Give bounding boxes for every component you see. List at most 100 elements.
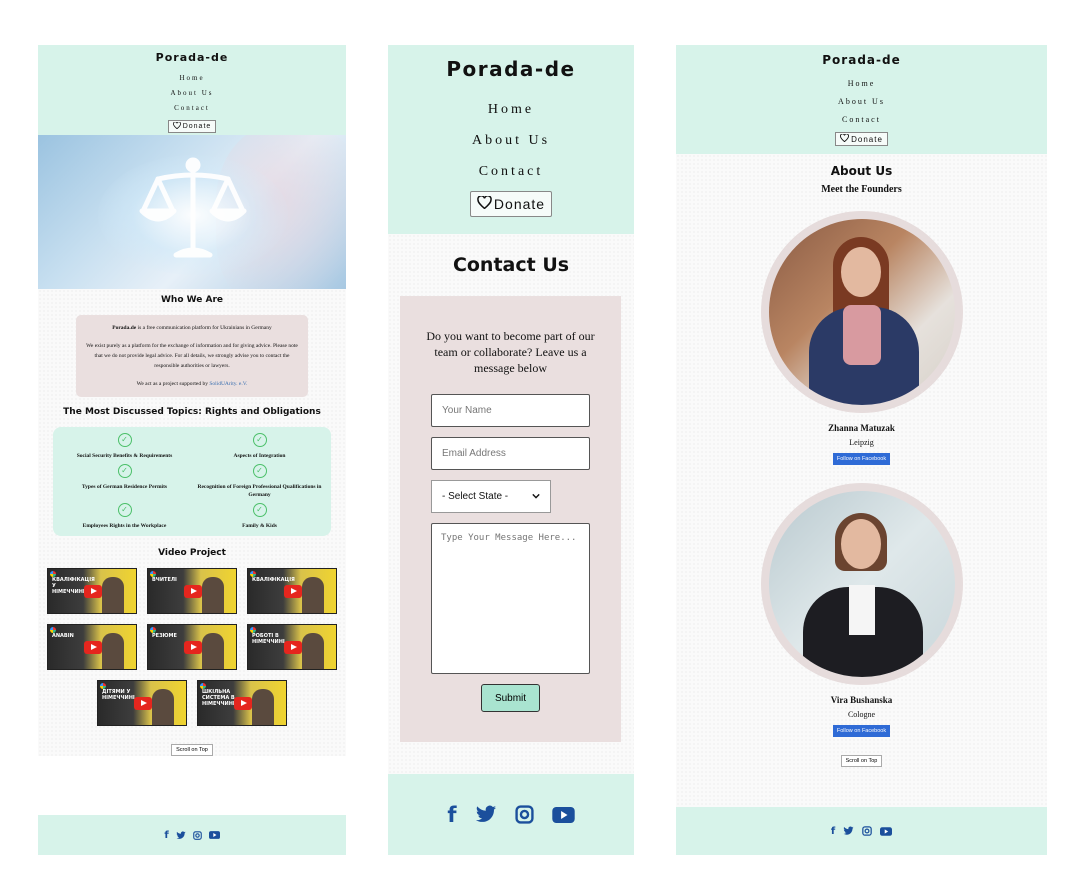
founder-photo-frame xyxy=(760,483,963,685)
facebook-icon[interactable]: f xyxy=(831,826,835,837)
video-thumbnail[interactable]: ШКІЛЬНА СИСТЕМА В НІМЕЧЧИНІ xyxy=(197,680,287,726)
youtube-icon[interactable] xyxy=(551,806,575,823)
topic-item[interactable]: ✓ Family & Kids xyxy=(192,503,327,530)
nav-home[interactable]: Home xyxy=(38,71,346,86)
donate-label: Donate xyxy=(182,123,212,130)
check-circle-icon: ✓ xyxy=(117,464,132,478)
donate-button[interactable]: Donate xyxy=(835,132,888,146)
topic-item[interactable]: ✓ Types of German Residence Permits xyxy=(57,464,192,499)
video-thumbnail[interactable]: РОБОТІ В НІМЕЧЧИНІ xyxy=(247,624,337,670)
donate-button[interactable]: Donate xyxy=(469,191,553,217)
founder-name: Vira Bushanska xyxy=(830,695,893,705)
main-nav: Home About Us Contact xyxy=(388,94,634,187)
site-brand[interactable]: Porada-de xyxy=(38,51,346,64)
who-p1-text: is a free communication platform for Ukr… xyxy=(136,325,272,331)
founder-card: Zhanna Matuzak Leipzig Follow on Faceboo… xyxy=(676,211,1047,465)
founder-city: Cologne xyxy=(847,710,876,719)
follow-facebook-button[interactable]: Follow on Facebook xyxy=(832,453,891,465)
who-we-are-title: Who We Are xyxy=(160,295,223,305)
topics-grid: ✓ Social Security Benefits & Requirements… xyxy=(53,427,331,536)
instagram-icon[interactable] xyxy=(862,826,872,836)
nav-home[interactable]: Home xyxy=(388,94,634,125)
site-footer: f xyxy=(676,807,1047,855)
video-thumbnail[interactable]: КВАЛІФІКАЦІЯ У НІМЕЧЧИНІ xyxy=(47,568,137,614)
main-nav: Home About Us Contact xyxy=(38,71,346,116)
twitter-icon[interactable] xyxy=(176,830,186,840)
facebook-icon[interactable]: f xyxy=(164,830,168,841)
instagram-icon[interactable] xyxy=(192,830,202,840)
video-thumbnail[interactable]: КВАЛІФІКАЦІЯ xyxy=(247,568,337,614)
topic-label: Recognition of Foreign Professional Qual… xyxy=(197,484,322,498)
video-caption: КВАЛІФІКАЦІЯ У НІМЕЧЧИНІ xyxy=(52,577,95,595)
topic-label: Aspects of Integration xyxy=(233,453,286,459)
youtube-icon[interactable] xyxy=(208,831,220,839)
video-project-title: Video Project xyxy=(158,548,226,558)
scales-of-justice-icon xyxy=(139,157,247,258)
scroll-to-top-button[interactable]: Scroll on Top xyxy=(171,744,213,756)
founder-card: Vira Bushanska Cologne Follow on Faceboo… xyxy=(676,483,1047,737)
state-select-value: - Select State - xyxy=(442,491,509,502)
video-caption: РЕЗЮМЕ xyxy=(152,633,177,639)
video-caption: ДІТЯМИ У НІМЕЧЧИНІ xyxy=(102,689,135,701)
scroll-to-top-button[interactable]: Scroll on Top xyxy=(840,755,883,767)
site-footer: f xyxy=(388,774,634,855)
site-brand[interactable]: Porada-de xyxy=(676,53,1047,67)
video-thumbnail[interactable]: ANABIN xyxy=(47,624,137,670)
nav-contact[interactable]: Contact xyxy=(388,156,634,187)
topic-item[interactable]: ✓ Recognition of Foreign Professional Qua… xyxy=(192,464,327,499)
nav-about[interactable]: About Us xyxy=(676,93,1047,111)
name-field[interactable] xyxy=(431,394,590,427)
topic-item[interactable]: ✓ Employees Rights in the Workplace xyxy=(57,503,192,530)
donate-button[interactable]: Donate xyxy=(167,120,217,133)
nav-about[interactable]: About Us xyxy=(38,86,346,101)
hero-image xyxy=(38,135,346,289)
who-p3-text: We act as a project supported by xyxy=(136,381,210,387)
follow-facebook-button[interactable]: Follow on Facebook xyxy=(832,725,891,737)
video-thumbnail[interactable]: РЕЗЮМЕ xyxy=(147,624,237,670)
who-we-are-card: Porada.de is a free communication platfo… xyxy=(76,315,308,397)
play-icon xyxy=(184,641,202,654)
topic-label: Family & Kids xyxy=(242,523,277,529)
site-header: Porada-de Home About Us Contact Donate xyxy=(676,45,1047,154)
nav-contact[interactable]: Contact xyxy=(38,101,346,116)
state-select[interactable]: - Select State - xyxy=(431,480,551,513)
email-field[interactable] xyxy=(431,437,590,470)
submit-button[interactable]: Submit xyxy=(481,684,540,712)
youtube-icon[interactable] xyxy=(880,826,893,836)
instagram-icon[interactable] xyxy=(514,805,534,824)
main-nav: Home About Us Contact xyxy=(676,75,1047,129)
solidarity-link[interactable]: SolidUArity. e.V. xyxy=(209,381,247,387)
contact-intro: Do you want to become part of our team o… xyxy=(426,329,595,375)
donate-label: Donate xyxy=(851,134,883,144)
site-brand[interactable]: Porada-de xyxy=(388,57,634,81)
check-circle-icon: ✓ xyxy=(252,433,267,447)
topic-item[interactable]: ✓ Social Security Benefits & Requirements xyxy=(57,433,192,460)
topic-label: Employees Rights in the Workplace xyxy=(82,523,167,529)
nav-about[interactable]: About Us xyxy=(388,125,634,156)
play-icon xyxy=(184,585,202,598)
site-footer: f xyxy=(38,815,346,855)
contact-page-screenshot: Porada-de Home About Us Contact Donate C… xyxy=(388,45,634,855)
site-header: Porada-de Home About Us Contact Donate xyxy=(38,45,346,135)
who-paragraph-2: We exist purely as a platform for the ex… xyxy=(86,343,298,369)
who-paragraph-3: We act as a project supported by SolidUA… xyxy=(84,379,300,389)
nav-home[interactable]: Home xyxy=(676,75,1047,93)
contact-title: Contact Us xyxy=(452,254,570,276)
heart-icon xyxy=(477,195,492,212)
video-thumbnail[interactable]: ДІТЯМИ У НІМЕЧЧИНІ xyxy=(97,680,187,726)
twitter-icon[interactable] xyxy=(475,805,497,824)
play-icon xyxy=(284,585,302,598)
founder-photo-frame xyxy=(760,211,963,413)
nav-contact[interactable]: Contact xyxy=(676,111,1047,129)
facebook-icon[interactable]: f xyxy=(447,803,456,827)
play-icon xyxy=(134,697,152,710)
heart-icon xyxy=(840,133,850,144)
topic-item[interactable]: ✓ Aspects of Integration xyxy=(192,433,327,460)
video-caption: КВАЛІФІКАЦІЯ xyxy=(252,577,295,583)
message-field[interactable] xyxy=(431,523,590,674)
video-thumbnail[interactable]: ВЧИТЕЛІ xyxy=(147,568,237,614)
founders-subtitle: Meet the Founders xyxy=(821,184,902,195)
topic-label: Social Security Benefits & Requirements xyxy=(76,453,173,459)
twitter-icon[interactable] xyxy=(843,826,854,836)
video-caption: ШКІЛЬНА СИСТЕМА В НІМЕЧЧИНІ xyxy=(202,689,235,707)
